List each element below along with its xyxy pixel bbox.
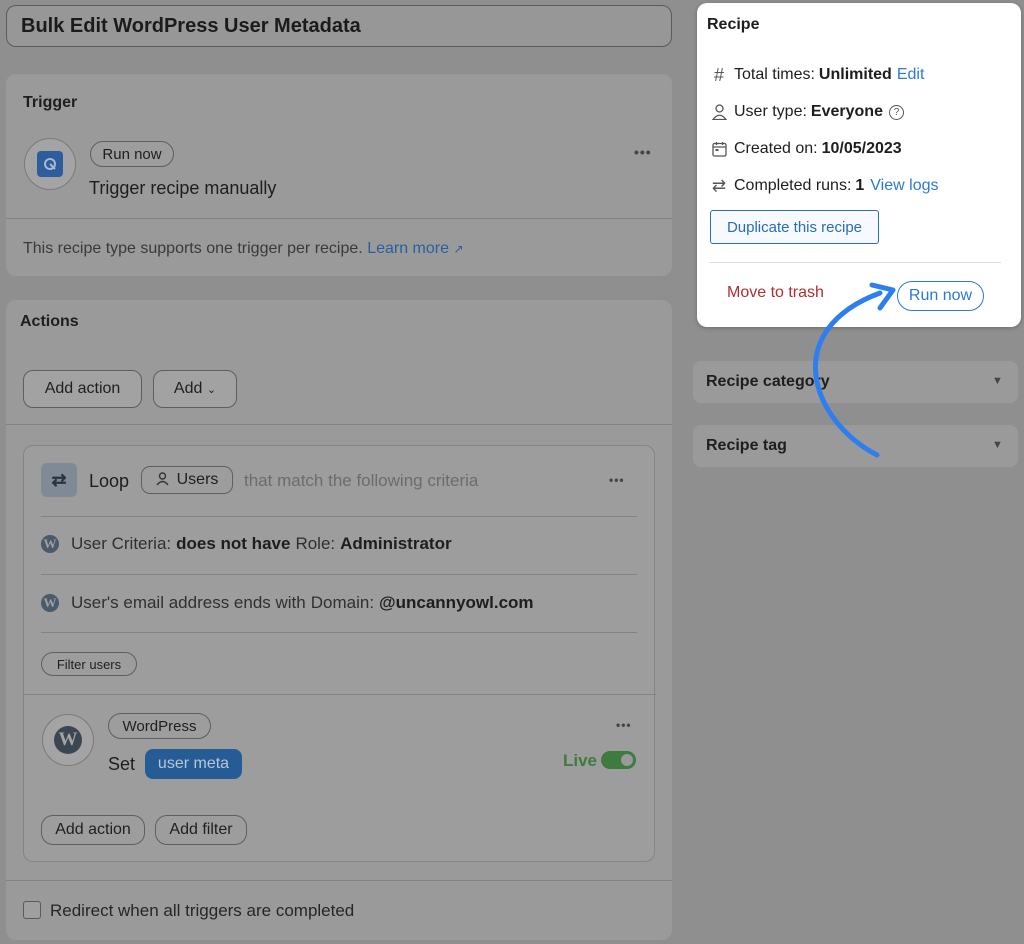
annotation-arrow xyxy=(813,282,896,458)
